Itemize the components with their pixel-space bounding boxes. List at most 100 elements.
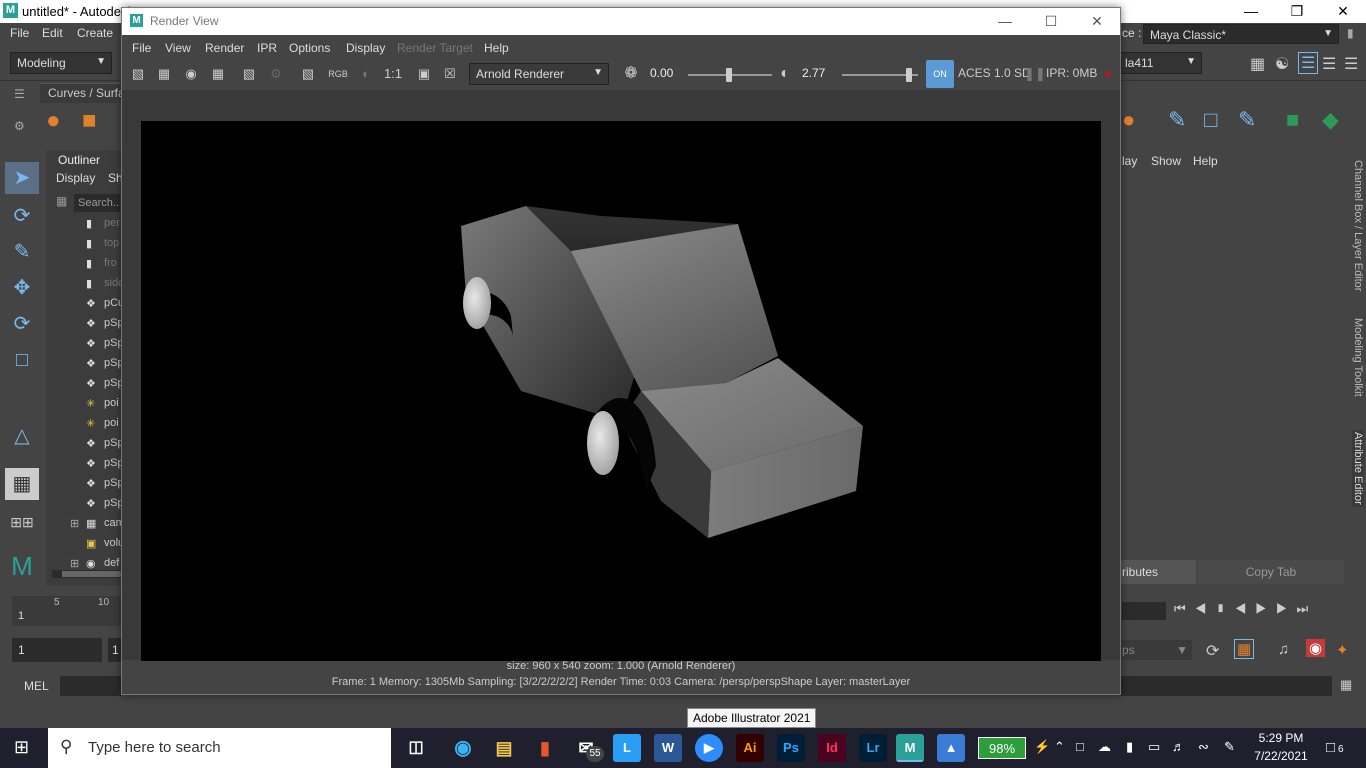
shelf-bounding-icon[interactable]: □ bbox=[1204, 107, 1217, 133]
wifi-icon[interactable]: ∾ bbox=[1198, 739, 1209, 755]
current-time-field[interactable] bbox=[1122, 602, 1166, 620]
loop-icon[interactable]: ⟳ bbox=[1206, 641, 1219, 661]
redo-render-icon[interactable]: ▧ bbox=[128, 64, 148, 84]
mel-input[interactable] bbox=[60, 676, 122, 696]
tray-app-icon[interactable]: □ bbox=[1076, 739, 1084, 754]
tab-modeling-toolkit[interactable]: Modeling Toolkit bbox=[1352, 318, 1364, 397]
display-icon[interactable]: ▣ bbox=[414, 64, 434, 84]
move-tool-icon[interactable]: ✥ bbox=[5, 272, 39, 304]
character-icon[interactable]: ✦ bbox=[1336, 641, 1349, 659]
windows-start-icon[interactable]: ⊞ bbox=[14, 737, 29, 758]
sound-icon[interactable]: ♫ bbox=[1278, 641, 1289, 658]
microphone-icon[interactable]: ▮ bbox=[1126, 739, 1133, 755]
pause-ipr-icon[interactable]: ❚❚ bbox=[1024, 64, 1046, 84]
exposure-slider-handle[interactable] bbox=[726, 68, 732, 82]
shelf-curve-icon[interactable]: ✎ bbox=[1168, 107, 1186, 133]
record-icon[interactable]: ◉ bbox=[1306, 639, 1326, 657]
restore-button[interactable]: ❐ bbox=[1274, 0, 1320, 23]
script-editor-icon[interactable]: ▦ bbox=[1340, 677, 1352, 693]
stop-icon[interactable]: ■ bbox=[1098, 64, 1118, 84]
shelf-green-icon[interactable]: ■ bbox=[1286, 107, 1299, 133]
lightroom-icon[interactable]: Lr bbox=[859, 734, 887, 762]
playback-controls[interactable]: ⏮◀▮◀▶▶⏭ bbox=[1174, 601, 1317, 617]
select-tool-icon[interactable]: ➤ bbox=[5, 162, 39, 194]
layout-quad-icon[interactable]: ⊞⊞ bbox=[5, 506, 39, 538]
rgb-channels-button[interactable]: RGB bbox=[328, 64, 348, 84]
color-space-value[interactable]: ACES 1.0 SD bbox=[958, 66, 1031, 80]
snapshot-icon[interactable]: ◉ bbox=[181, 64, 201, 84]
menu-create[interactable]: Create bbox=[77, 26, 113, 40]
scale-tool-icon[interactable]: □ bbox=[5, 344, 39, 376]
rotate-tool-icon[interactable]: ⟳ bbox=[5, 308, 39, 340]
sidebar-icon-3[interactable]: ☰ bbox=[1298, 52, 1319, 74]
outliner-item[interactable]: top bbox=[104, 237, 119, 249]
gamma-value[interactable]: 2.77 bbox=[802, 66, 825, 80]
rv-menu-file[interactable]: File bbox=[132, 41, 151, 55]
mode-dropdown[interactable]: Modeling ▼ bbox=[10, 52, 112, 74]
outliner-item[interactable]: poi bbox=[104, 417, 119, 429]
start-time-field[interactable]: 1 bbox=[12, 638, 102, 662]
workspace-dropdown[interactable]: Maya Classic* ▼ bbox=[1143, 24, 1339, 44]
right-menu-help[interactable]: Help bbox=[1193, 154, 1218, 168]
poly-sphere-icon[interactable]: ● bbox=[46, 107, 61, 135]
shelf-green2-icon[interactable]: ◆ bbox=[1322, 107, 1339, 133]
expand-icon[interactable]: ▮ bbox=[1347, 26, 1354, 40]
minimize-button[interactable]: — bbox=[1228, 0, 1274, 23]
rv-minimize-button[interactable]: — bbox=[982, 10, 1028, 33]
sidebar-icon-5[interactable]: ☰ bbox=[1344, 54, 1358, 74]
renderer-dropdown[interactable]: Arnold Renderer ▼ bbox=[469, 63, 609, 85]
remove-image-icon[interactable]: ☒ bbox=[440, 64, 460, 84]
tab-attribute-editor[interactable]: Attribute Editor bbox=[1352, 430, 1364, 507]
rv-menu-display[interactable]: Display bbox=[346, 41, 385, 55]
outliner-filter-icon[interactable]: ▦ bbox=[56, 194, 67, 208]
taskbar-search[interactable]: ⚲ Type here to search bbox=[48, 728, 391, 768]
copy-tab-button[interactable]: Copy Tab bbox=[1198, 560, 1344, 584]
shelf-tab[interactable]: Curves / Surfa bbox=[40, 83, 122, 103]
right-menu-display[interactable]: lay bbox=[1122, 154, 1137, 168]
lasso-tool-icon[interactable]: ⟳ bbox=[5, 200, 39, 232]
tab-channel-box[interactable]: Channel Box / Layer Editor bbox=[1352, 160, 1364, 291]
shelf-snap-icon[interactable]: ✎ bbox=[1238, 107, 1256, 133]
exposure-value[interactable]: 0.00 bbox=[650, 66, 673, 80]
sidebar-icon-4[interactable]: ☰ bbox=[1322, 54, 1336, 74]
pen-icon[interactable]: ✎ bbox=[1224, 739, 1235, 755]
expand-icon[interactable]: ⊞ bbox=[70, 557, 79, 570]
illustrator-icon[interactable]: Ai bbox=[736, 734, 764, 762]
alpha-channel-icon[interactable]: ◐ bbox=[356, 64, 376, 84]
clock-date[interactable]: 7/22/2021 bbox=[1252, 749, 1310, 763]
sidebar-icon-2[interactable]: ☯ bbox=[1275, 54, 1289, 74]
render-region-icon[interactable]: ▦ bbox=[154, 64, 174, 84]
battery-indicator[interactable]: 98% bbox=[978, 737, 1026, 759]
rv-close-button[interactable]: ✕ bbox=[1074, 10, 1120, 33]
rendered-image[interactable] bbox=[141, 121, 1101, 661]
auto-key-icon[interactable]: ▦ bbox=[1234, 639, 1255, 659]
office-icon[interactable]: ▮ bbox=[531, 734, 559, 762]
rv-menu-view[interactable]: View bbox=[165, 41, 191, 55]
sidebar-icon-1[interactable]: ▦ bbox=[1250, 54, 1265, 74]
right-dropdown[interactable]: la411 ▼ bbox=[1118, 52, 1202, 74]
outliner-item[interactable]: fro bbox=[104, 257, 117, 269]
layout-single-icon[interactable]: ▦ bbox=[5, 468, 39, 500]
manipulator-tool-icon[interactable]: △ bbox=[5, 420, 39, 452]
right-menu-show[interactable]: Show bbox=[1151, 154, 1181, 168]
tray-battery-icon[interactable]: ▭ bbox=[1148, 739, 1160, 755]
tab-attributes[interactable]: ributes bbox=[1120, 560, 1196, 584]
outliner-item[interactable]: per bbox=[104, 217, 120, 229]
word-icon[interactable]: W bbox=[654, 734, 682, 762]
menu-file[interactable]: File bbox=[10, 26, 29, 40]
ipr-icon[interactable]: ▦ bbox=[208, 64, 228, 84]
paint-tool-icon[interactable]: ✎ bbox=[5, 236, 39, 268]
rv-menu-ipr[interactable]: IPR bbox=[257, 41, 277, 55]
color-management-toggle-icon[interactable]: ON bbox=[926, 60, 954, 88]
photoshop-icon[interactable]: Ps bbox=[777, 734, 805, 762]
volume-icon[interactable]: ♬ bbox=[1172, 739, 1185, 754]
clock-time[interactable]: 5:29 PM bbox=[1252, 731, 1310, 745]
shelf-right-sphere-icon[interactable]: ● bbox=[1122, 107, 1135, 133]
photos-icon[interactable]: ▲ bbox=[937, 734, 965, 762]
close-button[interactable]: ✕ bbox=[1320, 0, 1366, 23]
gamma-slider-handle[interactable] bbox=[906, 68, 912, 82]
outliner-menu-display[interactable]: Display bbox=[56, 171, 95, 185]
notifications-icon[interactable]: □ bbox=[1326, 739, 1335, 756]
outliner-hscrollbar[interactable] bbox=[52, 570, 122, 578]
maya-taskbar-icon[interactable]: M bbox=[896, 734, 924, 762]
